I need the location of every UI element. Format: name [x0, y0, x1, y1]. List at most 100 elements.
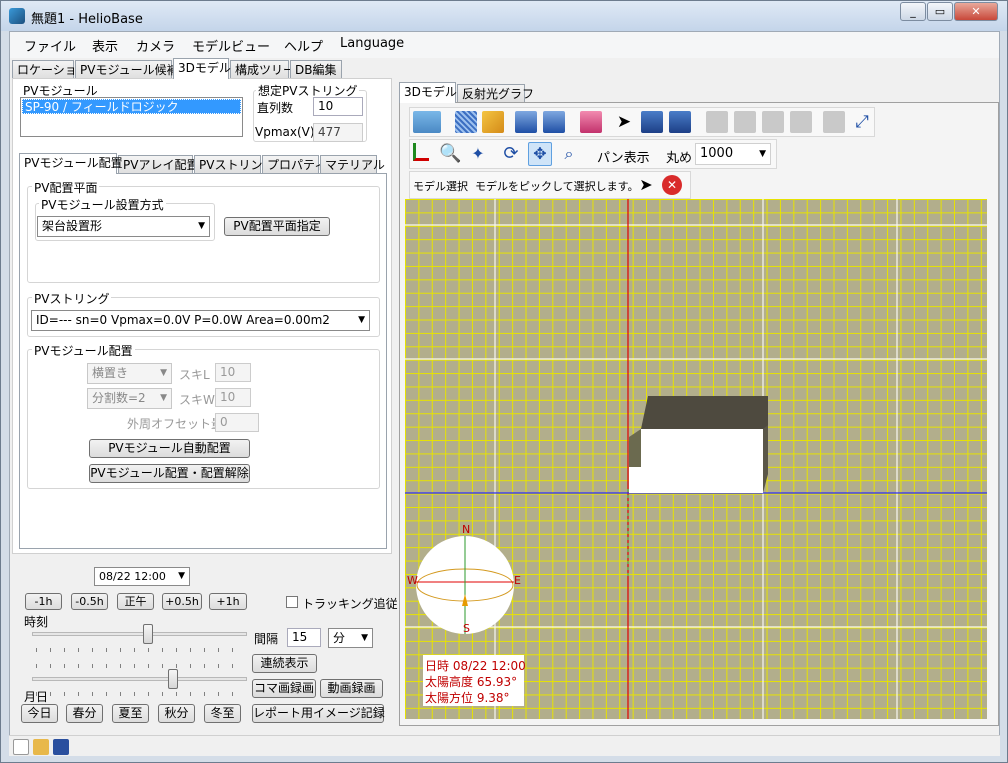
resize-arrows-icon[interactable]: ⤢ — [851, 111, 873, 133]
chevron-down-icon: ▼ — [198, 221, 205, 231]
tab-pv-candidates[interactable]: PVモジュール候補 — [75, 60, 179, 79]
interval-unit-dropdown[interactable]: 分 ▼ — [328, 628, 373, 648]
tab-db-edit[interactable]: DB編集 — [290, 60, 342, 79]
divisions-dropdown[interactable]: 分割数=2 ▼ — [87, 388, 172, 409]
compass-north: N — [462, 523, 471, 536]
plus-1h-button[interactable]: +1h — [209, 593, 247, 610]
menu-help[interactable]: ヘルプ — [284, 36, 323, 55]
day-slider-thumb[interactable] — [168, 669, 179, 689]
tab-location[interactable]: ロケーション — [12, 60, 89, 79]
frame-record-button[interactable]: コマ画録画 — [252, 679, 316, 698]
datetime-picker[interactable]: 08/22 12:00 ▼ — [94, 567, 190, 586]
3d-viewport[interactable]: N S E W 日時 08/22 12:00 太陽高度 65.93° 太陽方位 … — [405, 199, 987, 719]
title-bar[interactable]: 無題1 - HelioBase _ ▭ ✕ — [1, 1, 1007, 31]
axis-icon[interactable] — [413, 143, 429, 161]
tab-3d-model[interactable]: 3Dモデル — [173, 58, 231, 79]
panel-array-icon[interactable] — [543, 111, 565, 133]
menu-view[interactable]: 表示 — [92, 36, 118, 55]
view-mode-icon[interactable] — [413, 111, 441, 133]
skip-l-field[interactable]: 10 — [215, 363, 251, 382]
save-icon[interactable] — [53, 739, 69, 755]
time-slider-thumb[interactable] — [142, 624, 153, 644]
rotate-icon[interactable]: ⟳ — [500, 143, 522, 165]
subtab-array-placement[interactable]: PVアレイ配置 — [118, 155, 198, 174]
install-method-value: 架台設置形 — [42, 219, 103, 233]
cancel-selection-icon[interactable]: ✕ — [662, 175, 682, 195]
summer-solstice-button[interactable]: 夏至 — [112, 704, 149, 723]
vpmax-label: Vpmax(V) — [255, 125, 315, 139]
noon-button[interactable]: 正午 — [117, 593, 154, 610]
skip-w-field[interactable]: 10 — [215, 388, 251, 407]
subtab-material[interactable]: マテリアル — [320, 155, 385, 174]
autumn-equinox-button[interactable]: 秋分 — [158, 704, 195, 723]
new-file-icon[interactable] — [13, 739, 29, 755]
orientation-value: 横置き — [92, 366, 129, 380]
rounding-dropdown[interactable]: 1000 ▼ — [695, 143, 771, 165]
menu-model-view[interactable]: モデルビュー — [192, 36, 270, 55]
view-tab-3d-model[interactable]: 3Dモデル — [399, 82, 457, 103]
panel-edit-icon[interactable] — [669, 111, 691, 133]
orientation-dropdown[interactable]: 横置き ▼ — [87, 363, 172, 384]
left-panel: PVモジュール SP-90 / フィールドロジック 想定PVストリング 直列数 … — [12, 78, 392, 554]
pv-module-list[interactable]: SP-90 / フィールドロジック — [20, 97, 243, 137]
time-slider-track[interactable] — [32, 632, 247, 636]
tracking-label: トラッキング追従 — [302, 597, 398, 611]
minus-half-hour-button[interactable]: -0.5h — [71, 593, 108, 610]
interval-field[interactable]: 15 — [287, 628, 321, 647]
hatch-icon[interactable] — [455, 111, 477, 133]
box-up-icon[interactable] — [580, 111, 602, 133]
open-folder-icon[interactable] — [33, 739, 49, 755]
series-count-field[interactable]: 10 — [313, 97, 363, 116]
winter-solstice-button[interactable]: 冬至 — [204, 704, 241, 723]
minimize-button[interactable]: _ — [900, 2, 926, 21]
video-record-button[interactable]: 動画録画 — [320, 679, 383, 698]
satellite-icon[interactable]: ✦ — [467, 143, 489, 165]
zoom-icon[interactable]: 🔍 — [439, 143, 461, 165]
subtab-property[interactable]: プロパティ — [262, 155, 326, 174]
report-image-button[interactable]: レポート用イメージ記録 — [252, 704, 385, 723]
offset-field[interactable]: 0 — [215, 413, 259, 432]
pv-module-list-item[interactable]: SP-90 / フィールドロジック — [22, 99, 241, 114]
subtab-pv-string[interactable]: PVストリング — [194, 155, 274, 174]
sun-compass: N S E W — [407, 523, 521, 635]
plane-specify-button[interactable]: PV配置平面指定 — [224, 217, 330, 236]
menu-camera[interactable]: カメラ — [136, 36, 175, 55]
module-layout-label: PVモジュール配置 — [32, 342, 135, 359]
pv-string-value: ID=--- sn=0 Vpmax=0.0V P=0.0W Area=0.00m… — [36, 313, 330, 327]
placement-clear-button[interactable]: PVモジュール配置・配置解除 — [89, 464, 250, 483]
day-slider-ticks — [36, 692, 246, 696]
pan-icon[interactable]: ✥ — [528, 142, 552, 166]
install-method-label: PVモジュール設置方式 — [39, 196, 166, 213]
pick-cursor-icon[interactable]: ➤ — [635, 174, 657, 196]
zoom-window-icon[interactable]: ⌕ — [558, 143, 580, 165]
plus-half-hour-button[interactable]: +0.5h — [162, 593, 202, 610]
today-button[interactable]: 今日 — [21, 704, 58, 723]
vpmax-field: 477 — [313, 123, 363, 142]
maximize-button[interactable]: ▭ — [927, 2, 953, 21]
select-cursor-icon[interactable]: ➤ — [613, 111, 635, 133]
panel-select-icon[interactable] — [641, 111, 663, 133]
menu-file[interactable]: ファイル — [24, 36, 76, 55]
pv-string-label: PVストリング — [32, 290, 112, 307]
sun-altitude: 太陽高度 65.93° — [425, 675, 518, 689]
tracking-checkbox[interactable] — [286, 596, 298, 608]
subtab-module-placement[interactable]: PVモジュール配置 — [19, 153, 123, 174]
building-model[interactable] — [629, 396, 768, 493]
menu-language[interactable]: Language — [340, 36, 404, 51]
time-slider-ticks — [36, 648, 246, 652]
install-method-dropdown[interactable]: 架台設置形 ▼ — [37, 216, 210, 237]
close-button[interactable]: ✕ — [954, 2, 998, 21]
skip-w-label: スキW — [179, 393, 215, 407]
vernal-equinox-button[interactable]: 春分 — [66, 704, 103, 723]
interval-unit-value: 分 — [333, 631, 346, 645]
day-slider-track[interactable] — [32, 677, 247, 681]
pv-string-dropdown[interactable]: ID=--- sn=0 Vpmax=0.0V P=0.0W Area=0.00m… — [31, 310, 370, 331]
minus-1h-button[interactable]: -1h — [25, 593, 62, 610]
view-tab-reflection-graph[interactable]: 反射光グラフ — [457, 84, 534, 103]
continuous-display-button[interactable]: 連続表示 — [252, 654, 317, 673]
tab-config-tree[interactable]: 構成ツリー — [230, 60, 295, 79]
offset-label: 外周オフセット量 — [127, 417, 224, 431]
eraser-icon[interactable] — [482, 111, 504, 133]
auto-placement-button[interactable]: PVモジュール自動配置 — [89, 439, 250, 458]
add-panel-icon[interactable] — [515, 111, 537, 133]
